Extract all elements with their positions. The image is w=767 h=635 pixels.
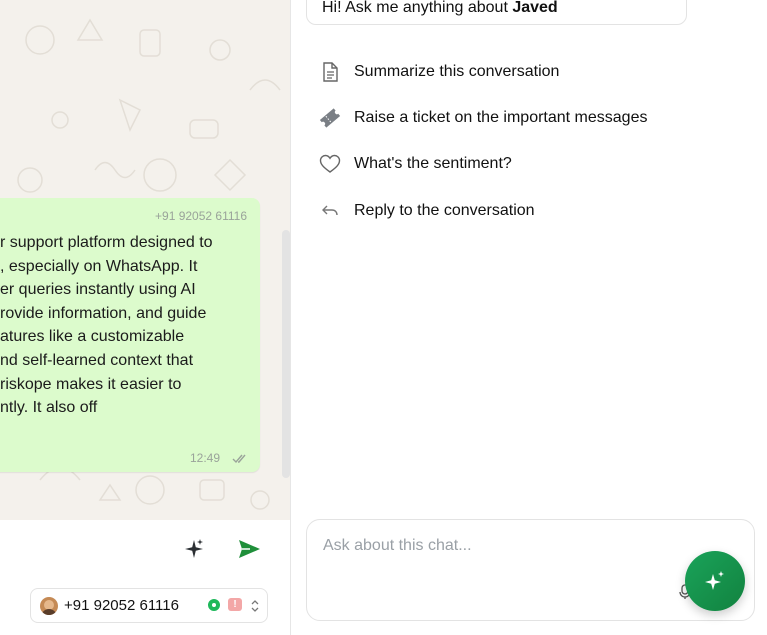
assistant-greeting: Hi! Ask me anything about Javed: [306, 0, 687, 25]
greeting-prefix: Hi! Ask me anything about: [322, 0, 513, 16]
message-text: r support platform designed to , especia…: [0, 231, 213, 420]
message-line: ntly. It also off: [0, 399, 98, 417]
online-status-icon: [208, 599, 220, 611]
suggestion-label: Summarize this conversation: [354, 63, 560, 80]
message-line: r support platform designed to: [0, 234, 213, 251]
message-bubble: +91 92052 61116 r support platform desig…: [0, 198, 260, 472]
alert-icon: !: [228, 598, 242, 611]
ai-assistant-button[interactable]: [685, 551, 745, 611]
ask-input[interactable]: [321, 536, 685, 556]
message-line: riskope makes it easier to: [0, 375, 182, 393]
message-time: 12:49: [189, 451, 220, 465]
reply-icon: [318, 199, 342, 223]
suggestion-label: Raise a ticket on the important messages: [354, 109, 648, 126]
suggestion-label: Reply to the conversation: [354, 202, 535, 219]
chevron-up-down-icon: [251, 600, 259, 612]
sender-number: +91 92052 61116: [64, 597, 179, 614]
double-check-icon: [232, 454, 246, 464]
message-line: er queries instantly using AI: [0, 281, 196, 299]
message-sender: +91 92052 61116: [155, 209, 247, 223]
suggestion-reply[interactable]: Reply to the conversation: [318, 196, 535, 226]
suggestion-sentiment[interactable]: What's the sentiment?: [318, 149, 512, 179]
message-line: nd self-learned context that: [0, 351, 194, 369]
pane-divider: [290, 0, 291, 635]
suggestion-label: What's the sentiment?: [354, 155, 512, 172]
sender-number-select[interactable]: +91 92052 61116 !: [30, 588, 268, 623]
document-icon: [318, 60, 342, 84]
suggestion-summarize[interactable]: Summarize this conversation: [318, 57, 559, 87]
heart-icon: [318, 152, 342, 176]
send-icon[interactable]: [236, 537, 262, 561]
avatar: [40, 597, 58, 615]
ai-sparkle-icon[interactable]: [182, 537, 206, 561]
sparkle-icon: [705, 571, 724, 590]
ticket-icon: [318, 106, 342, 130]
contact-name: Javed: [512, 0, 558, 16]
suggestion-raise-ticket[interactable]: Raise a ticket on the important messages: [318, 103, 647, 133]
message-line: rovide information, and guide: [0, 304, 207, 322]
chat-scrollbar[interactable]: [282, 230, 290, 478]
message-line: atures like a customizable: [0, 328, 185, 346]
message-line: , especially on WhatsApp. It: [0, 257, 198, 275]
